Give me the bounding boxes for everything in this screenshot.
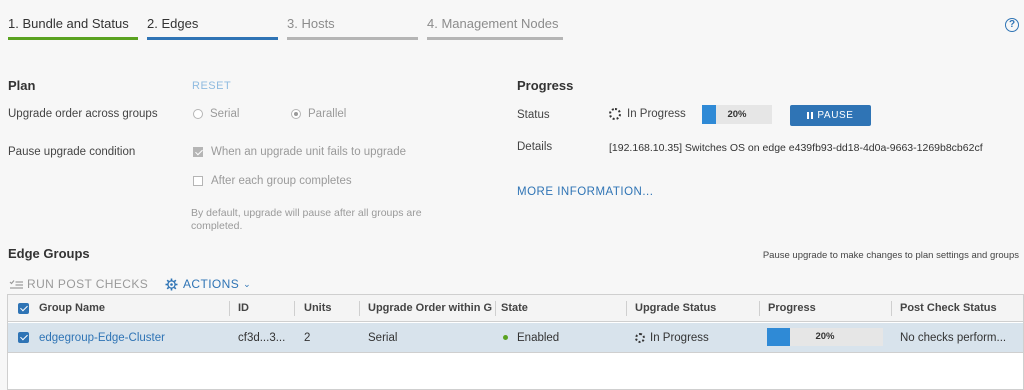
column-divider[interactable]: [759, 301, 760, 316]
parallel-radio[interactable]: Parallel: [291, 108, 346, 120]
step-hosts[interactable]: 3. Hosts: [287, 14, 418, 40]
pause-each-group-checkbox[interactable]: After each group completes: [193, 175, 352, 187]
pause-hint: Pause upgrade to make changes to plan se…: [762, 250, 1019, 261]
checkbox-icon: [193, 176, 203, 186]
pause-each-group-label: After each group completes: [211, 175, 352, 187]
column-divider[interactable]: [495, 301, 496, 316]
column-divider[interactable]: [626, 301, 627, 316]
select-all-checkbox[interactable]: [18, 295, 29, 321]
step-label: 3. Hosts: [287, 16, 335, 31]
upgrade-order-label: Upgrade order across groups: [8, 108, 158, 120]
plan-title: Plan: [8, 78, 36, 93]
group-units: 2: [304, 331, 311, 344]
checklist-icon: [9, 279, 23, 289]
spinner-icon: [635, 332, 645, 343]
step-edges[interactable]: 2. Edges: [147, 14, 278, 40]
status-label: Status: [517, 109, 550, 121]
progress-percent: 20%: [727, 109, 747, 120]
step-indicator: [147, 37, 278, 40]
step-label: 1. Bundle and Status: [8, 16, 129, 31]
group-state: Enabled: [503, 323, 623, 352]
column-divider[interactable]: [359, 301, 360, 316]
checkbox-checked-icon: [193, 147, 203, 157]
step-indicator: [8, 37, 138, 40]
edge-groups-table: Group Name ID Units Upgrade Order within…: [7, 294, 1024, 390]
column-divider[interactable]: [891, 301, 892, 316]
parallel-label: Parallel: [308, 108, 347, 120]
column-divider[interactable]: [229, 301, 230, 316]
pause-on-fail-label: When an upgrade unit fails to upgrade: [211, 146, 406, 158]
col-units[interactable]: Units: [304, 295, 356, 321]
serial-label: Serial: [210, 108, 240, 120]
pause-condition-label: Pause upgrade condition: [8, 146, 136, 158]
step-wizard: 1. Bundle and Status 2. Edges 3. Hosts 4…: [8, 14, 572, 40]
pause-on-fail-checkbox[interactable]: When an upgrade unit fails to upgrade: [193, 146, 406, 158]
group-upgrade-status-text: In Progress: [650, 331, 709, 344]
column-divider[interactable]: [294, 301, 295, 316]
group-name-link[interactable]: edgegroup-Edge-Cluster: [39, 323, 229, 352]
actions-label: ACTIONS: [183, 277, 240, 291]
row-checkbox[interactable]: [18, 323, 29, 352]
pause-icon: [807, 112, 814, 119]
group-id: cf3d...3...: [238, 331, 286, 344]
step-bundle-and-status[interactable]: 1. Bundle and Status: [8, 14, 138, 40]
group-progress-percent: 20%: [815, 331, 835, 342]
pause-button[interactable]: PAUSE: [790, 105, 871, 126]
radio-circle-icon: [193, 109, 203, 119]
col-upgrade-status[interactable]: Upgrade Status: [635, 295, 755, 321]
run-post-checks-button[interactable]: RUN POST CHECKS: [9, 277, 148, 291]
pause-default-note: By default, upgrade will pause after all…: [191, 207, 422, 232]
step-label: 2. Edges: [147, 16, 199, 31]
step-indicator: [287, 37, 418, 40]
radio-selected-icon: [291, 109, 301, 119]
details-label: Details: [517, 141, 553, 153]
spinner-icon: [609, 108, 621, 120]
col-progress[interactable]: Progress: [768, 295, 888, 321]
group-upgrade-status: In Progress: [635, 323, 755, 352]
table-header: Group Name ID Units Upgrade Order within…: [8, 295, 1023, 322]
chevron-down-icon: ⌄: [243, 278, 252, 289]
checkbox-checked-icon: [18, 332, 29, 343]
group-state-text: Enabled: [517, 331, 560, 344]
edge-groups-title: Edge Groups: [8, 246, 90, 261]
progress-title: Progress: [517, 78, 574, 93]
pause-label: PAUSE: [817, 110, 854, 121]
actions-menu[interactable]: ACTIONS ⌄: [165, 277, 251, 291]
group-post-check: No checks perform...: [900, 331, 1007, 344]
group-order: Serial: [368, 331, 398, 344]
col-post-check-status[interactable]: Post Check Status: [900, 295, 1020, 321]
enabled-status-dot-icon: [503, 335, 508, 340]
status-value: In Progress: [609, 108, 686, 120]
gear-icon: [165, 278, 178, 290]
step-management-nodes[interactable]: 4. Management Nodes: [427, 14, 563, 40]
checkbox-checked-icon: [18, 302, 29, 314]
col-upgrade-order[interactable]: Upgrade Order within G: [368, 295, 494, 321]
group-progress: 20%: [767, 323, 885, 352]
table-row[interactable]: edgegroup-Edge-Cluster cf3d...3... 2 Ser…: [8, 323, 1023, 353]
step-indicator: [427, 37, 563, 40]
status-text: In Progress: [627, 108, 686, 120]
help-icon[interactable]: ?: [1005, 18, 1019, 32]
reset-button[interactable]: RESET: [192, 80, 231, 92]
step-label: 4. Management Nodes: [427, 16, 559, 31]
col-state[interactable]: State: [501, 295, 621, 321]
overall-progress-bar: 20%: [702, 105, 772, 124]
col-id[interactable]: ID: [238, 295, 293, 321]
group-progress-bar: 20%: [767, 328, 883, 346]
col-group-name[interactable]: Group Name: [39, 295, 229, 321]
serial-radio[interactable]: Serial: [193, 108, 239, 120]
details-value: [192.168.10.35] Switches OS on edge e439…: [609, 142, 983, 154]
run-post-checks-label: RUN POST CHECKS: [27, 277, 149, 291]
more-information-link[interactable]: MORE INFORMATION...: [517, 186, 653, 198]
